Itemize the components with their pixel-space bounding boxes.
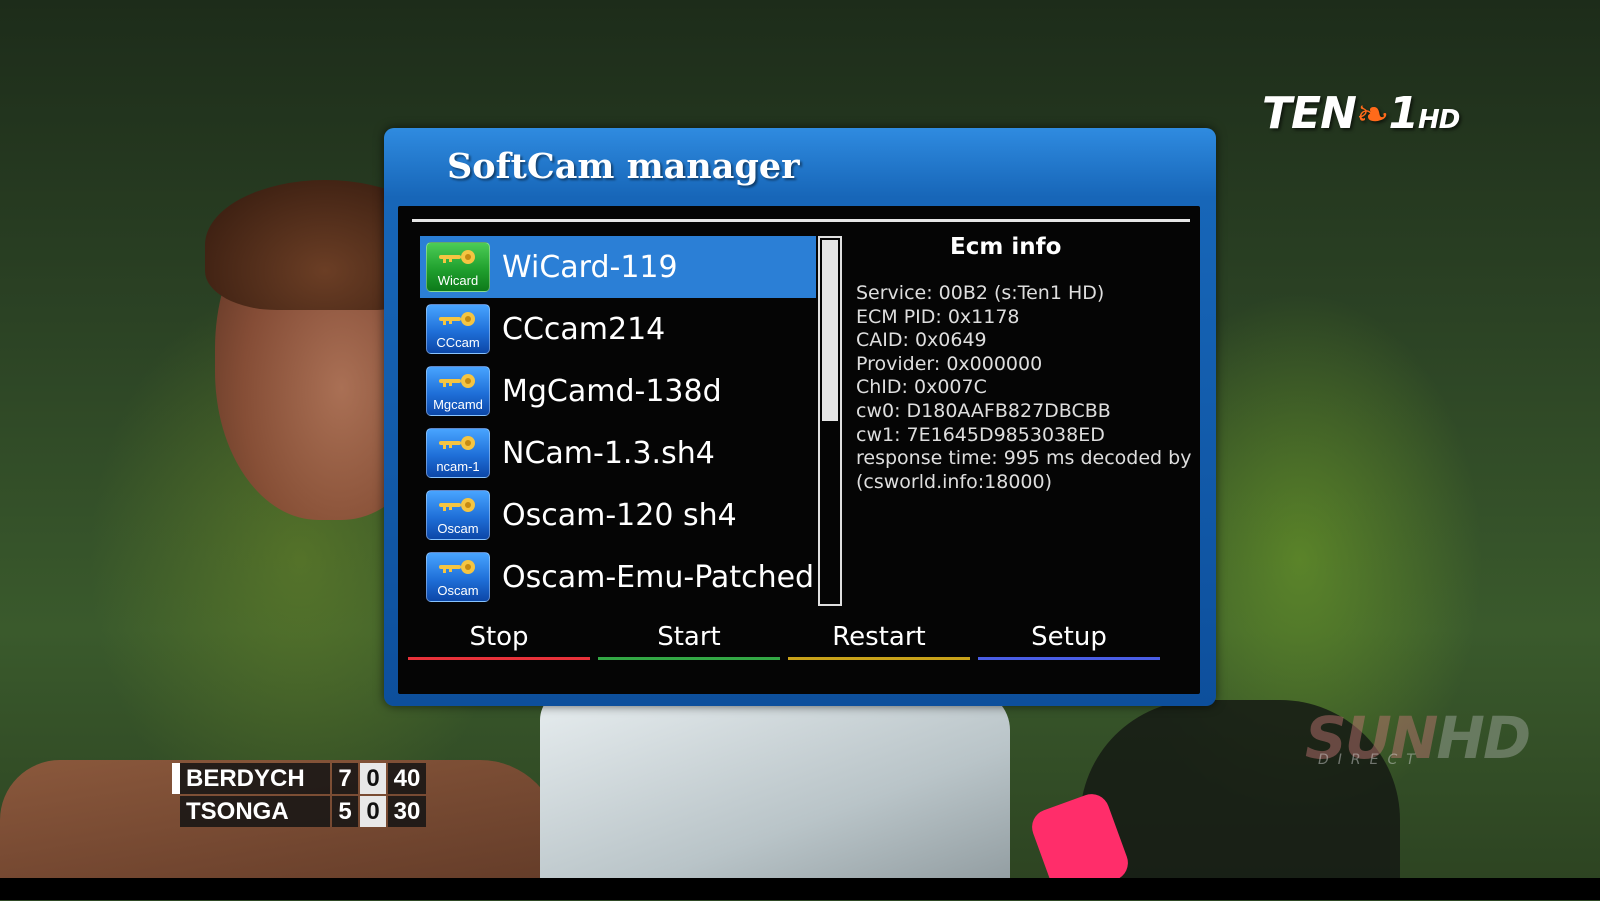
ecm-info-line: (csworld.info:18000) xyxy=(856,470,1053,493)
green-key-indicator xyxy=(598,657,780,660)
scrollbar[interactable] xyxy=(818,236,842,606)
ecm-info-line: ChID: 0x007C xyxy=(856,376,987,399)
player-name: BERDYCH xyxy=(180,763,330,794)
yellow-key-indicator xyxy=(788,657,970,660)
scrollbar-thumb[interactable] xyxy=(822,240,838,421)
channel-logo: TEN❧1HD xyxy=(1262,88,1460,139)
player-name: TSONGA xyxy=(180,796,330,827)
softcam-icon: Oscam xyxy=(426,552,490,602)
softcam-icon-label: CCcam xyxy=(436,335,480,350)
softcam-item-label: Oscam-Emu-Patched xyxy=(502,559,815,595)
game-score: 0 xyxy=(360,796,386,827)
ecm-info-line: cw0: D180AAFB827DBCBB xyxy=(856,399,1111,422)
player-shirt xyxy=(540,690,1010,900)
serve-indicator xyxy=(172,763,180,794)
softcam-icon-label: Wicard xyxy=(437,273,479,288)
letterbox-strip xyxy=(0,878,1600,900)
setup-button[interactable]: Setup xyxy=(978,620,1160,660)
dialog-body: Wicard WiCard-119 CCcam CCcam214 Mgcamd MgCam… xyxy=(398,206,1200,694)
divider xyxy=(412,219,1190,222)
key-icon xyxy=(439,498,475,512)
scoreboard: BERDYCH 7 0 40 TSONGA 5 0 30 xyxy=(172,763,426,829)
stop-button[interactable]: Stop xyxy=(408,620,590,660)
set-score: 5 xyxy=(332,796,358,827)
game-score: 0 xyxy=(360,763,386,794)
start-button-label: Start xyxy=(657,622,721,652)
softcam-item[interactable]: ncam-1 NCam-1.3.sh4 xyxy=(420,422,816,484)
softcam-icon-label: Oscam xyxy=(437,583,479,598)
stop-button-label: Stop xyxy=(469,622,529,652)
softcam-item-label: Oscam-120 sh4 xyxy=(502,497,737,533)
key-icon xyxy=(439,374,475,388)
softcam-icon: ncam-1 xyxy=(426,428,490,478)
restart-button[interactable]: Restart xyxy=(788,620,970,660)
key-icon xyxy=(439,436,475,450)
softcam-item[interactable]: Mgcamd MgCamd-138d xyxy=(420,360,816,422)
softcam-icon-label: Mgcamd xyxy=(433,397,483,412)
softcam-item-label: MgCamd-138d xyxy=(502,373,722,409)
score-row: BERDYCH 7 0 40 xyxy=(172,763,426,794)
softcam-manager-dialog: SoftCam manager Wicard WiCard-119 CCcam CCc… xyxy=(384,128,1216,706)
softcam-item-label: WiCard-119 xyxy=(502,249,678,285)
set-score: 7 xyxy=(332,763,358,794)
red-key-indicator xyxy=(408,657,590,660)
ecm-info-line: CAID: 0x0649 xyxy=(856,329,987,352)
key-icon xyxy=(439,250,475,264)
ecm-info-line: response time: 995 ms decoded by Sh xyxy=(856,447,1196,470)
channel-logo-number: 1 xyxy=(1388,88,1419,139)
channel-logo-hd: HD xyxy=(1418,105,1460,135)
ecm-info-line: Provider: 0x000000 xyxy=(856,352,1043,375)
start-button[interactable]: Start xyxy=(598,620,780,660)
softcam-item[interactable]: CCcam CCcam214 xyxy=(420,298,816,360)
point-score: 30 xyxy=(388,796,426,827)
key-icon xyxy=(439,312,475,326)
ecm-info-title: Ecm info xyxy=(950,234,1062,260)
watermark-sub: DIRECT xyxy=(1318,752,1424,768)
ecm-info-line: ECM PID: 0x1178 xyxy=(856,305,1020,328)
watermark-hd: HD xyxy=(1436,704,1531,772)
ecm-info-line: cw1: 7E1645D9853038ED xyxy=(856,423,1105,446)
channel-logo-main: TEN xyxy=(1262,88,1357,139)
setup-button-label: Setup xyxy=(1031,622,1107,652)
restart-button-label: Restart xyxy=(832,622,926,652)
softcam-item[interactable]: Wicard WiCard-119 xyxy=(420,236,816,298)
softcam-icon: Mgcamd xyxy=(426,366,490,416)
softcam-item-label: CCcam214 xyxy=(502,311,666,347)
point-score: 40 xyxy=(388,763,426,794)
softcam-item[interactable]: Oscam Oscam-Emu-Patched xyxy=(420,546,816,608)
softcam-icon-label: Oscam xyxy=(437,521,479,536)
flame-icon: ❧ xyxy=(1355,92,1390,138)
key-icon xyxy=(439,560,475,574)
softcam-item-label: NCam-1.3.sh4 xyxy=(502,435,715,471)
score-row: TSONGA 5 0 30 xyxy=(172,796,426,827)
ecm-info-line: Service: 00B2 (s:Ten1 HD) xyxy=(856,282,1105,304)
serve-indicator xyxy=(172,796,180,827)
dialog-title: SoftCam manager xyxy=(447,146,800,187)
blue-key-indicator xyxy=(978,657,1160,660)
ecm-info-panel: Service: 00B2 (s:Ten1 HD) ECM PID: 0x1178… xyxy=(856,282,1196,494)
softcam-item[interactable]: Oscam Oscam-120 sh4 xyxy=(420,484,816,546)
softcam-icon-label: ncam-1 xyxy=(436,459,480,474)
softcam-icon: Oscam xyxy=(426,490,490,540)
softcam-icon: CCcam xyxy=(426,304,490,354)
softcam-list[interactable]: Wicard WiCard-119 CCcam CCcam214 Mgcamd MgCam… xyxy=(420,236,816,608)
softcam-icon: Wicard xyxy=(426,242,490,292)
